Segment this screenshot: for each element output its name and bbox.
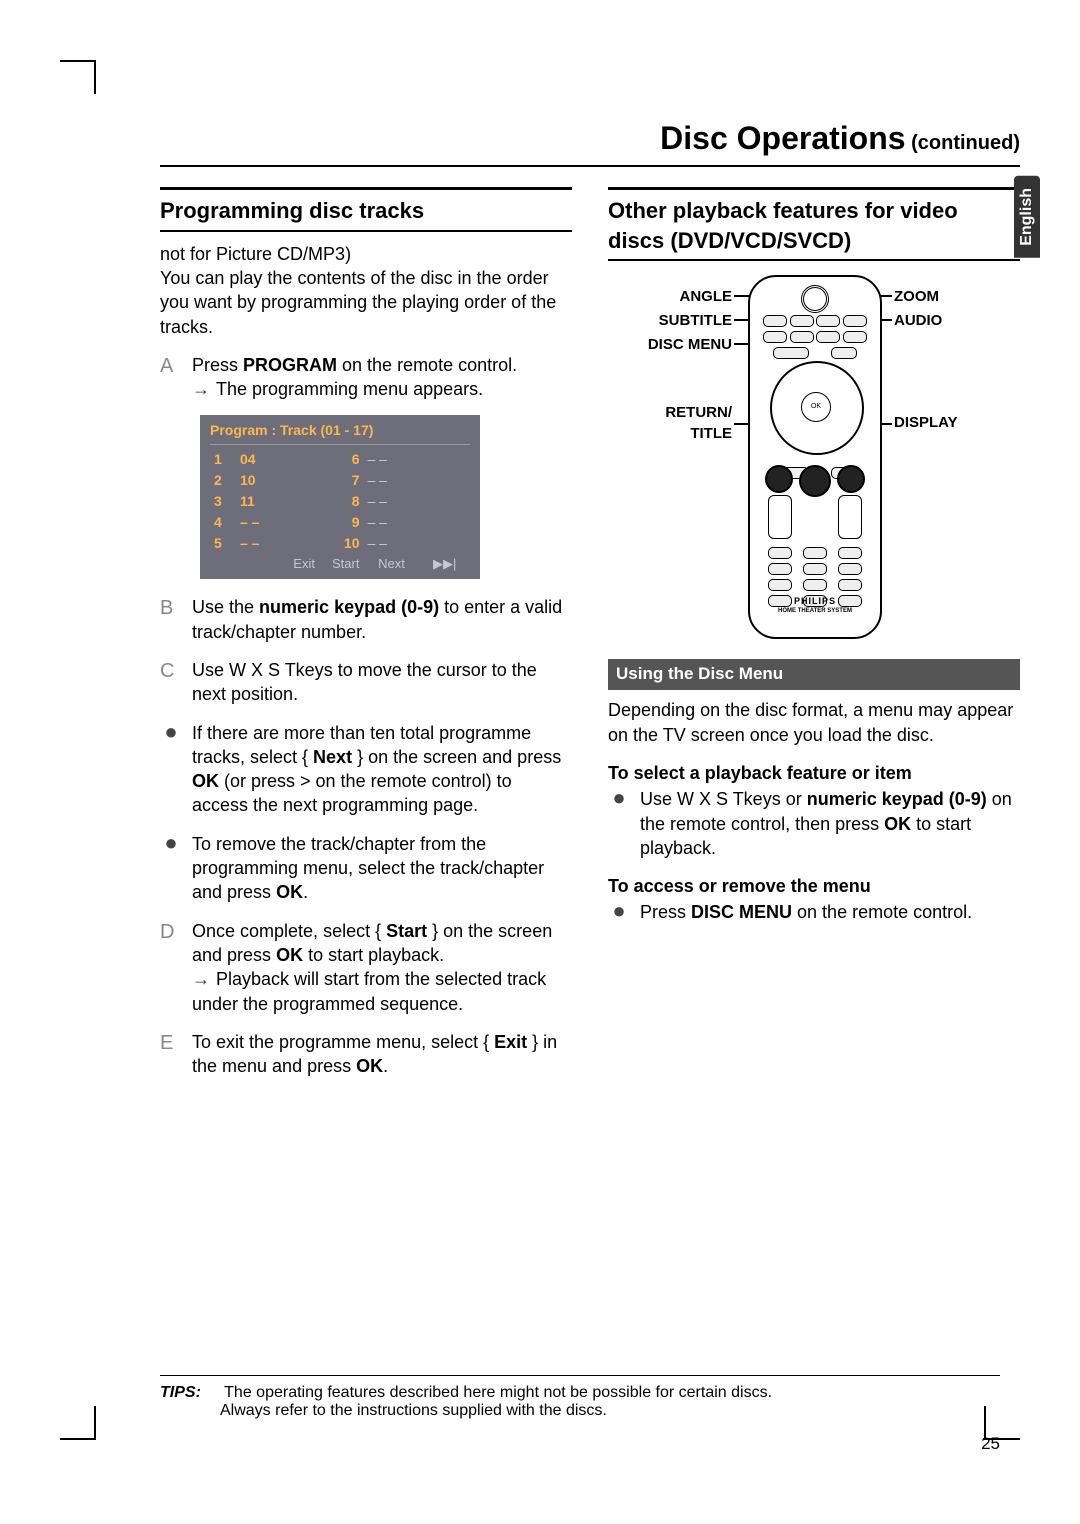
tips-footer: TIPS: The operating features described h… [160,1375,1000,1420]
crop-mark [94,60,96,94]
program-menu-header: Program : Track (01 - 17) [210,421,470,445]
step-list: A Press PROGRAM on the remote control. →… [160,353,572,402]
step-d: D Once complete, select { Start } on the… [160,919,572,1016]
bullet-icon: ● [160,832,182,854]
intro-line1: not for Picture CD/MP3) [160,244,351,264]
remote-dpad: OK [770,361,860,451]
remote-outline: OK PHILIPSHOME THEATER SYSTEM [748,275,882,639]
right-column: Other playback features for video discs … [608,187,1020,1092]
step-d-result: Playback will start from the selected tr… [192,969,546,1013]
step-letter: A [160,353,182,380]
table-row: 3118– – [210,491,470,512]
bullet-1: ● If there are more than ten total progr… [160,721,572,818]
step-e: E To exit the programme menu, select { E… [160,1030,572,1079]
program-track-table: 1046– –2107– –3118– –4– –9– –5– –10– – E… [210,449,470,573]
table-row: 4– –9– – [210,512,470,533]
step-c-text: Use W X S Tkeys to move the cursor to th… [192,658,572,707]
bullet-icon: ● [608,900,630,922]
step-a-result: The programming menu appears. [216,379,483,399]
result-arrow-icon: → [192,379,210,399]
table-row: 2107– – [210,470,470,491]
bullet-icon: ● [160,721,182,743]
crop-mark [60,60,94,62]
table-row: 5– –10– – [210,533,470,554]
step-d-text: Once complete, select { Start } on the s… [192,921,552,965]
step-b: B Use the numeric keypad (0-9) to enter … [160,595,572,644]
bullet-2-text: To remove the track/chapter from the pro… [192,832,572,905]
section-heading-programming: Programming disc tracks [160,187,572,232]
intro-text: not for Picture CD/MP3) You can play the… [160,242,572,339]
page-title: Disc Operations (continued) [160,120,1020,167]
remote-btn-row [762,579,868,591]
step-b-text: Use the numeric keypad (0-9) to enter a … [192,595,572,644]
ok-button-icon: OK [801,392,831,422]
step-letter: D [160,919,182,946]
bullet-icon: ● [608,787,630,809]
remote-btn-row [762,331,868,343]
step-letter: E [160,1030,182,1057]
label-audio: AUDIO [894,311,942,331]
remote-btn-row [762,547,868,559]
discmenu-intro: Depending on the disc format, a menu may… [608,698,1020,747]
tips-label: TIPS: [160,1384,220,1402]
label-subtitle: SUBTITLE [602,311,732,331]
tips-line1: The operating features described here mi… [224,1384,772,1401]
select-bullet: ● Use W X S Tkeys or numeric keypad (0-9… [608,787,1020,860]
label-angle: ANGLE [602,287,732,307]
intro-line2: You can play the contents of the disc in… [160,268,556,337]
step-list-3: D Once complete, select { Start } on the… [160,919,572,1079]
bullet-2: ● To remove the track/chapter from the p… [160,832,572,905]
step-letter: B [160,595,182,622]
manual-page: English Disc Operations (continued) Prog… [0,0,1080,1524]
label-display: DISPLAY [894,413,958,433]
table-row: 1046– – [210,449,470,470]
crop-mark [60,1438,94,1440]
label-return-title: RETURN/ TITLE [602,403,732,444]
access-bullet: ● Press DISC MENU on the remote control. [608,900,1020,924]
sub-heading-discmenu: Using the Disc Menu [608,659,1020,690]
title-sub: (continued) [906,132,1020,154]
label-discmenu: DISC MENU [602,335,732,355]
step-c: C Use W X S Tkeys to move the cursor to … [160,658,572,707]
remote-diagram: ANGLE SUBTITLE DISC MENU RETURN/ TITLE Z… [608,275,1020,645]
result-arrow-icon: → [192,969,210,989]
list-item: ● Press DISC MENU on the remote control. [608,900,1020,924]
language-tab: English [1014,176,1040,258]
page-number: 25 [981,1434,1000,1454]
step-list-2: B Use the numeric keypad (0-9) to enter … [160,595,572,706]
list-item: ● Use W X S Tkeys or numeric keypad (0-9… [608,787,1020,860]
title-main: Disc Operations [660,120,905,156]
remote-brand: PHILIPSHOME THEATER SYSTEM [750,595,880,615]
label-zoom: ZOOM [894,287,939,307]
bullet-1-text: If there are more than ten total program… [192,721,572,818]
remote-rocker [768,495,862,539]
access-text: Press DISC MENU on the remote control. [640,900,972,924]
step-a: A Press PROGRAM on the remote control. →… [160,353,572,402]
remote-btn-row [762,315,868,327]
left-column: Programming disc tracks not for Picture … [160,187,572,1092]
section-heading-playback: Other playback features for video discs … [608,187,1020,261]
access-heading: To access or remove the menu [608,874,1020,898]
content-columns: Programming disc tracks not for Picture … [160,187,1020,1092]
select-text: Use W X S Tkeys or numeric keypad (0-9) … [640,787,1020,860]
tips-line2: Always refer to the instructions supplie… [220,1402,607,1419]
step-a-text: Press PROGRAM on the remote control. [192,355,517,375]
bullet-list: ● If there are more than ten total progr… [160,721,572,905]
program-menu-illustration: Program : Track (01 - 17) 1046– –2107– –… [200,415,480,579]
crop-mark [94,1406,96,1440]
remote-media-row [750,465,880,497]
select-heading: To select a playback feature or item [608,761,1020,785]
remote-btn-row [762,347,868,359]
step-e-text: To exit the programme menu, select { Exi… [192,1030,572,1079]
program-menu-footer: Exit Start Next ▶▶| [210,554,470,574]
remote-btn-row [762,563,868,575]
step-letter: C [160,658,182,685]
